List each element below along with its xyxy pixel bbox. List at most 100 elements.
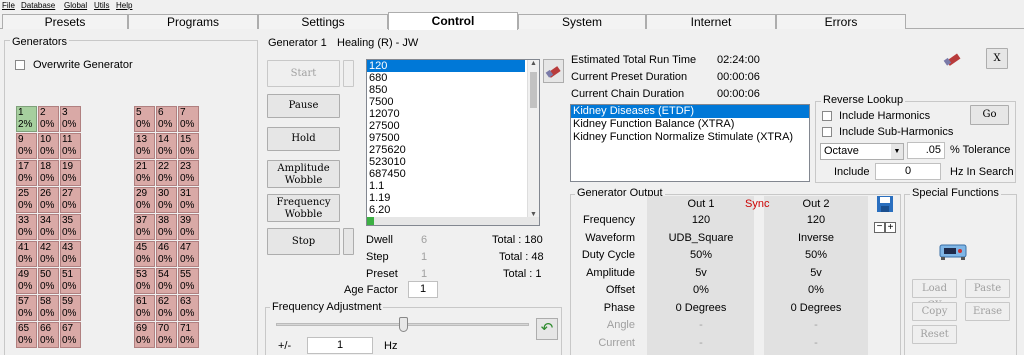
octave-select[interactable]: Octave ▼	[820, 143, 904, 160]
generator-cell[interactable]: 67 0%	[60, 322, 81, 348]
generator-cell[interactable]: 22 0%	[156, 160, 177, 186]
minus-icon[interactable]: −	[874, 222, 885, 233]
generator-cell[interactable]: 11 0%	[60, 133, 81, 159]
generator-cell[interactable]: 41 0%	[16, 241, 37, 267]
generator-cell[interactable]: 46 0%	[156, 241, 177, 267]
tab-programs[interactable]: Programs	[128, 14, 258, 29]
menu-utils[interactable]: Utils	[94, 0, 110, 11]
generator-cell[interactable]: 45 0%	[134, 241, 155, 267]
frequency-wobble-button[interactable]: Frequency Wobble	[267, 194, 340, 222]
generator-cell[interactable]: 9 0%	[16, 133, 37, 159]
generator-cell[interactable]: 27 0%	[60, 187, 81, 213]
copy-button[interactable]: Copy	[912, 302, 957, 321]
frequency-item[interactable]: 7500	[367, 96, 525, 108]
adjustment-input[interactable]: 1	[307, 337, 373, 354]
generator-cell[interactable]: 15 0%	[178, 133, 199, 159]
generator-cell[interactable]: 49 0%	[16, 268, 37, 294]
scroll-thumb[interactable]	[530, 72, 537, 108]
frequency-item[interactable]: 12070	[367, 108, 525, 120]
frequency-item[interactable]: 1.1	[367, 180, 525, 192]
erase-button[interactable]: Erase	[965, 302, 1010, 321]
generator-cell[interactable]: 26 0%	[38, 187, 59, 213]
generator-cell[interactable]: 47 0%	[178, 241, 199, 267]
generator-cell[interactable]: 2 0%	[38, 106, 59, 132]
generator-cell[interactable]: 62 0%	[156, 295, 177, 321]
generator-cell[interactable]: 25 0%	[16, 187, 37, 213]
program-item[interactable]: Kidney Function Normalize Stimulate (XTR…	[571, 131, 809, 144]
include-subharmonics-checkbox[interactable]	[822, 127, 832, 137]
include-hz-input[interactable]: 0	[875, 163, 941, 180]
frequency-item[interactable]: 120	[367, 60, 525, 72]
include-harmonics-checkbox[interactable]	[822, 111, 832, 121]
generator-cell[interactable]: 63 0%	[178, 295, 199, 321]
pause-button[interactable]: Pause	[267, 94, 340, 118]
generator-cell[interactable]: 34 0%	[38, 214, 59, 240]
frequency-list[interactable]: 120 680 850 7500 12070 27500 97500 275620 523010…	[366, 59, 540, 226]
generator-cell[interactable]: 3 0%	[60, 106, 81, 132]
generator-cell[interactable]: 33 0%	[16, 214, 37, 240]
program-item[interactable]: Kidney Function Balance (XTRA)	[571, 118, 809, 131]
reset-button[interactable]: Reset	[912, 325, 957, 344]
generator-cell[interactable]: 39 0%	[178, 214, 199, 240]
generator-cell[interactable]: 54 0%	[156, 268, 177, 294]
amplitude-wobble-button[interactable]: Amplitude Wobble	[267, 160, 340, 188]
hold-button[interactable]: Hold	[267, 127, 340, 151]
generator-cell[interactable]: 51 0%	[60, 268, 81, 294]
generator-cell[interactable]: 30 0%	[156, 187, 177, 213]
frequency-item[interactable]: 523010	[367, 156, 525, 168]
stop-button[interactable]: Stop	[267, 228, 340, 255]
generator-cell[interactable]: 38 0%	[156, 214, 177, 240]
tab-errors[interactable]: Errors	[776, 14, 906, 29]
clear-list-button[interactable]	[543, 59, 564, 83]
start-button[interactable]: Start	[267, 60, 340, 87]
frequency-item[interactable]: 1.19	[367, 192, 525, 204]
generator-cell[interactable]: 57 0%	[16, 295, 37, 321]
age-factor-input[interactable]: 1	[408, 281, 438, 298]
program-list[interactable]: Kidney Diseases (ETDF) Kidney Function B…	[570, 104, 810, 182]
generator-cell[interactable]: 61 0%	[134, 295, 155, 321]
menu-global[interactable]: Global	[64, 0, 87, 11]
load-gx-button[interactable]: Load GX	[912, 279, 957, 311]
generator-cell[interactable]: 31 0%	[178, 187, 199, 213]
generator-cell[interactable]: 65 0%	[16, 322, 37, 348]
generator-cell[interactable]: 71 0%	[178, 322, 199, 348]
generator-cell[interactable]: 23 0%	[178, 160, 199, 186]
frequency-item[interactable]: 275620	[367, 144, 525, 156]
undo-icon[interactable]: ↶	[536, 318, 558, 340]
tab-internet[interactable]: Internet	[646, 14, 776, 29]
generator-cell[interactable]: 7 0%	[178, 106, 199, 132]
generator-cell[interactable]: 53 0%	[134, 268, 155, 294]
go-button[interactable]: Go	[970, 105, 1009, 125]
generator-cell[interactable]: 59 0%	[60, 295, 81, 321]
generator-cell[interactable]: 58 0%	[38, 295, 59, 321]
generator-cell[interactable]: 10 0%	[38, 133, 59, 159]
menu-help[interactable]: Help	[116, 0, 132, 11]
generator-cell[interactable]: 70 0%	[156, 322, 177, 348]
generator-cell[interactable]: 14 0%	[156, 133, 177, 159]
frequency-item[interactable]: 687450	[367, 168, 525, 180]
generator-cell[interactable]: 66 0%	[38, 322, 59, 348]
tab-control[interactable]: Control	[388, 12, 518, 30]
generator-cell[interactable]: 17 0%	[16, 160, 37, 186]
program-item[interactable]: Kidney Diseases (ETDF)	[571, 105, 809, 118]
scroll-up-icon[interactable]: ▲	[528, 60, 539, 67]
generator-cell[interactable]: 19 0%	[60, 160, 81, 186]
frequency-item[interactable]: 6.20	[367, 204, 525, 216]
frequency-item[interactable]: 850	[367, 84, 525, 96]
frequency-item[interactable]: 680	[367, 72, 525, 84]
overwrite-checkbox[interactable]	[15, 60, 25, 70]
freq-scrollbar[interactable]: ▲ ▼	[527, 60, 539, 218]
tab-presets[interactable]: Presets	[2, 14, 128, 29]
generator-cell[interactable]: 18 0%	[38, 160, 59, 186]
generator-cell[interactable]: 13 0%	[134, 133, 155, 159]
frequency-item[interactable]: 27500	[367, 120, 525, 132]
clear-all-button[interactable]	[941, 47, 966, 71]
generator-cell[interactable]: 43 0%	[60, 241, 81, 267]
generator-cell[interactable]: 35 0%	[60, 214, 81, 240]
frequency-item[interactable]: 97500	[367, 132, 525, 144]
close-button[interactable]: X	[986, 48, 1008, 69]
generator-cell[interactable]: 1 2%	[16, 106, 37, 132]
frequency-slider-thumb[interactable]	[399, 317, 408, 332]
tolerance-input[interactable]: .05	[907, 142, 945, 159]
generator-cell[interactable]: 50 0%	[38, 268, 59, 294]
